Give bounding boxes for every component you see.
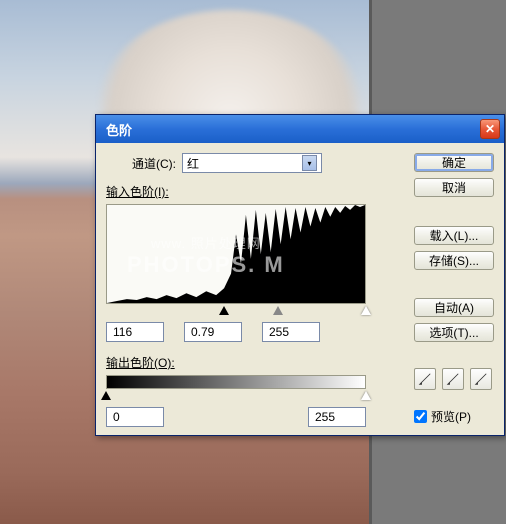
eyedropper-white[interactable]	[470, 368, 492, 390]
dialog-body: 通道(C): 红 ▾ 输入色阶(I): www. 照片处理网 PHOTOPS. …	[96, 143, 504, 435]
channel-value: 红	[187, 155, 199, 172]
channel-select[interactable]: 红 ▾	[182, 153, 322, 173]
auto-button[interactable]: 自动(A)	[414, 298, 494, 317]
eyedropper-group	[414, 368, 494, 390]
eyedropper-icon	[418, 372, 432, 386]
eyedropper-icon	[446, 372, 460, 386]
histogram-svg	[107, 205, 365, 303]
preview-label: 预览(P)	[431, 408, 471, 425]
output-black-slider[interactable]	[101, 391, 111, 400]
input-slider-track[interactable]	[106, 306, 366, 316]
input-levels-label: 输入色阶(I):	[106, 183, 406, 200]
dialog-title: 色阶	[100, 120, 480, 139]
input-values-row: 116 0.79 255	[106, 322, 406, 342]
left-panel: 通道(C): 红 ▾ 输入色阶(I): www. 照片处理网 PHOTOPS. …	[106, 153, 414, 425]
cancel-button[interactable]: 取消	[414, 178, 494, 197]
spacer	[414, 203, 494, 220]
eyedropper-gray[interactable]	[442, 368, 464, 390]
output-levels-label: 输出色阶(O):	[106, 354, 406, 371]
output-values-row: 0 255	[106, 407, 366, 427]
save-button[interactable]: 存储(S)...	[414, 251, 494, 270]
output-slider-track[interactable]	[106, 391, 366, 401]
levels-dialog: 色阶 ✕ 通道(C): 红 ▾ 输入色阶(I): www. 照片处理网 PH	[95, 114, 505, 436]
histogram: www. 照片处理网 PHOTOPS. M	[106, 204, 366, 304]
channel-row: 通道(C): 红 ▾	[106, 153, 406, 173]
preview-checkbox[interactable]	[414, 410, 427, 423]
output-gradient	[106, 375, 366, 389]
button-panel: 确定 取消 载入(L)... 存储(S)... 自动(A) 选项(T)...	[414, 153, 494, 425]
output-black-field[interactable]: 0	[106, 407, 164, 427]
options-button[interactable]: 选项(T)...	[414, 323, 494, 342]
channel-label: 通道(C):	[132, 155, 176, 172]
black-point-slider[interactable]	[219, 306, 229, 315]
input-black-field[interactable]: 116	[106, 322, 164, 342]
preview-row: 预览(P)	[414, 408, 494, 425]
chevron-down-icon: ▾	[302, 155, 317, 171]
spacer	[414, 276, 494, 293]
close-icon: ✕	[485, 122, 495, 136]
input-white-field[interactable]: 255	[262, 322, 320, 342]
load-button[interactable]: 载入(L)...	[414, 226, 494, 245]
eyedropper-icon	[474, 372, 488, 386]
gamma-slider[interactable]	[273, 306, 283, 315]
eyedropper-black[interactable]	[414, 368, 436, 390]
white-point-slider[interactable]	[361, 306, 371, 315]
input-gamma-field[interactable]: 0.79	[184, 322, 242, 342]
dialog-titlebar[interactable]: 色阶 ✕	[96, 115, 504, 143]
output-white-field[interactable]: 255	[308, 407, 366, 427]
ok-button[interactable]: 确定	[414, 153, 494, 172]
output-white-slider[interactable]	[361, 391, 371, 400]
close-button[interactable]: ✕	[480, 119, 500, 139]
